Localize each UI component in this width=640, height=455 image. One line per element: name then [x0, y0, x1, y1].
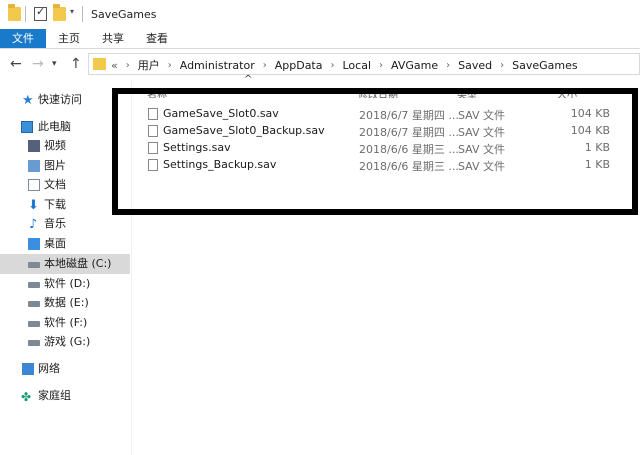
network-icon	[22, 363, 34, 375]
chevron-right-icon: ›	[330, 59, 335, 71]
crumb-administrator[interactable]: Administrator	[180, 59, 255, 72]
new-folder-icon[interactable]	[53, 4, 66, 21]
chevron-right-icon: ›	[379, 59, 384, 71]
sidebar-item-documents[interactable]: 文档	[0, 175, 130, 195]
up-icon[interactable]: ↑	[70, 56, 82, 72]
sidebar-item-drive-f[interactable]: 软件 (F:)	[0, 313, 130, 333]
divider	[25, 6, 26, 22]
sidebar-item-drive-c[interactable]: 本地磁盘 (C:)	[0, 254, 130, 274]
ribbon: 文件 主页 共享 查看	[0, 29, 640, 49]
sidebar-item-homegroup[interactable]: ✤ 家庭组	[0, 386, 130, 406]
folder-icon	[93, 58, 106, 70]
sidebar-item-label: 软件 (D:)	[44, 277, 91, 290]
sidebar-item-downloads[interactable]: ⬇ 下载	[0, 195, 130, 215]
recent-locations-icon[interactable]: ▾	[52, 59, 57, 69]
chevron-right-icon: ›	[125, 59, 130, 71]
sidebar-item-label: 音乐	[44, 217, 66, 230]
sidebar-item-label: 网络	[38, 362, 60, 375]
drive-icon	[28, 321, 40, 327]
forward-icon[interactable]: →	[32, 56, 44, 72]
crumb-users[interactable]: 用户	[138, 57, 160, 73]
pictures-icon	[28, 160, 40, 172]
sidebar-item-label: 下载	[44, 198, 66, 211]
window-title: SaveGames	[91, 8, 157, 21]
divider	[82, 6, 83, 22]
title-bar: ▾ SaveGames	[0, 0, 640, 30]
music-icon: ♪	[29, 217, 38, 232]
chevron-right-icon: ›	[446, 59, 451, 71]
sidebar-item-label: 家庭组	[38, 389, 71, 402]
sidebar-item-quick-access[interactable]: ★ 快速访问	[0, 90, 130, 110]
sidebar-item-videos[interactable]: 视频	[0, 136, 130, 156]
address-bar-row: ← → ▾ ↑ « › 用户 › Administrator › AppData…	[0, 49, 640, 79]
sidebar-item-network[interactable]: 网络	[0, 359, 130, 379]
sidebar-item-desktop[interactable]: 桌面	[0, 234, 130, 254]
sidebar-item-label: 本地磁盘 (C:)	[44, 257, 112, 270]
downloads-icon: ⬇	[28, 198, 39, 213]
address-bar[interactable]: « › 用户 › Administrator › AppData › Local…	[88, 53, 640, 75]
overflow-crumb[interactable]: «	[111, 59, 118, 72]
drive-icon	[28, 340, 40, 346]
chevron-right-icon: ›	[262, 59, 267, 71]
tab-home[interactable]: 主页	[52, 29, 86, 48]
crumb-appdata[interactable]: AppData	[275, 59, 323, 72]
highlight-frame	[112, 88, 638, 215]
video-icon	[28, 140, 40, 152]
sidebar-item-drive-e[interactable]: 数据 (E:)	[0, 293, 130, 313]
chevron-right-icon: ›	[167, 59, 172, 71]
crumb-local[interactable]: Local	[343, 59, 372, 72]
sidebar-item-drive-g[interactable]: 游戏 (G:)	[0, 332, 130, 352]
sidebar-item-music[interactable]: ♪ 音乐	[0, 214, 130, 234]
sidebar-item-this-pc[interactable]: 此电脑	[0, 117, 130, 137]
sidebar-item-label: 游戏 (G:)	[44, 335, 91, 348]
back-icon[interactable]: ←	[10, 56, 22, 72]
tab-file[interactable]: 文件	[0, 29, 46, 48]
sidebar-item-label: 视频	[44, 139, 66, 152]
desktop-icon	[28, 238, 40, 250]
properties-icon[interactable]	[34, 5, 47, 21]
sidebar-item-pictures[interactable]: 图片	[0, 156, 130, 176]
star-icon: ★	[22, 93, 34, 108]
sidebar-item-label: 数据 (E:)	[44, 296, 89, 309]
chevron-right-icon: ›	[500, 59, 505, 71]
customize-toolbar-icon[interactable]: ▾	[70, 7, 74, 16]
sidebar-item-label: 文档	[44, 178, 66, 191]
sidebar-item-label: 此电脑	[38, 120, 71, 133]
homegroup-icon: ✤	[21, 390, 32, 404]
drive-icon	[28, 262, 40, 268]
crumb-avgame[interactable]: AVGame	[391, 59, 438, 72]
computer-icon	[21, 121, 33, 133]
tab-view[interactable]: 查看	[140, 29, 174, 48]
tab-share[interactable]: 共享	[96, 29, 130, 48]
sidebar-item-label: 图片	[44, 159, 66, 172]
sidebar-item-label: 快速访问	[38, 93, 82, 106]
breadcrumb: « › 用户 › Administrator › AppData › Local…	[111, 57, 578, 73]
drive-icon	[28, 282, 40, 288]
drive-icon	[28, 301, 40, 307]
sidebar-item-label: 软件 (F:)	[44, 316, 88, 329]
crumb-saved[interactable]: Saved	[458, 59, 492, 72]
sidebar-item-label: 桌面	[44, 237, 66, 250]
sidebar-item-drive-d[interactable]: 软件 (D:)	[0, 274, 130, 294]
crumb-savegames[interactable]: SaveGames	[512, 59, 577, 72]
documents-icon	[28, 179, 40, 191]
folder-icon	[8, 4, 21, 21]
